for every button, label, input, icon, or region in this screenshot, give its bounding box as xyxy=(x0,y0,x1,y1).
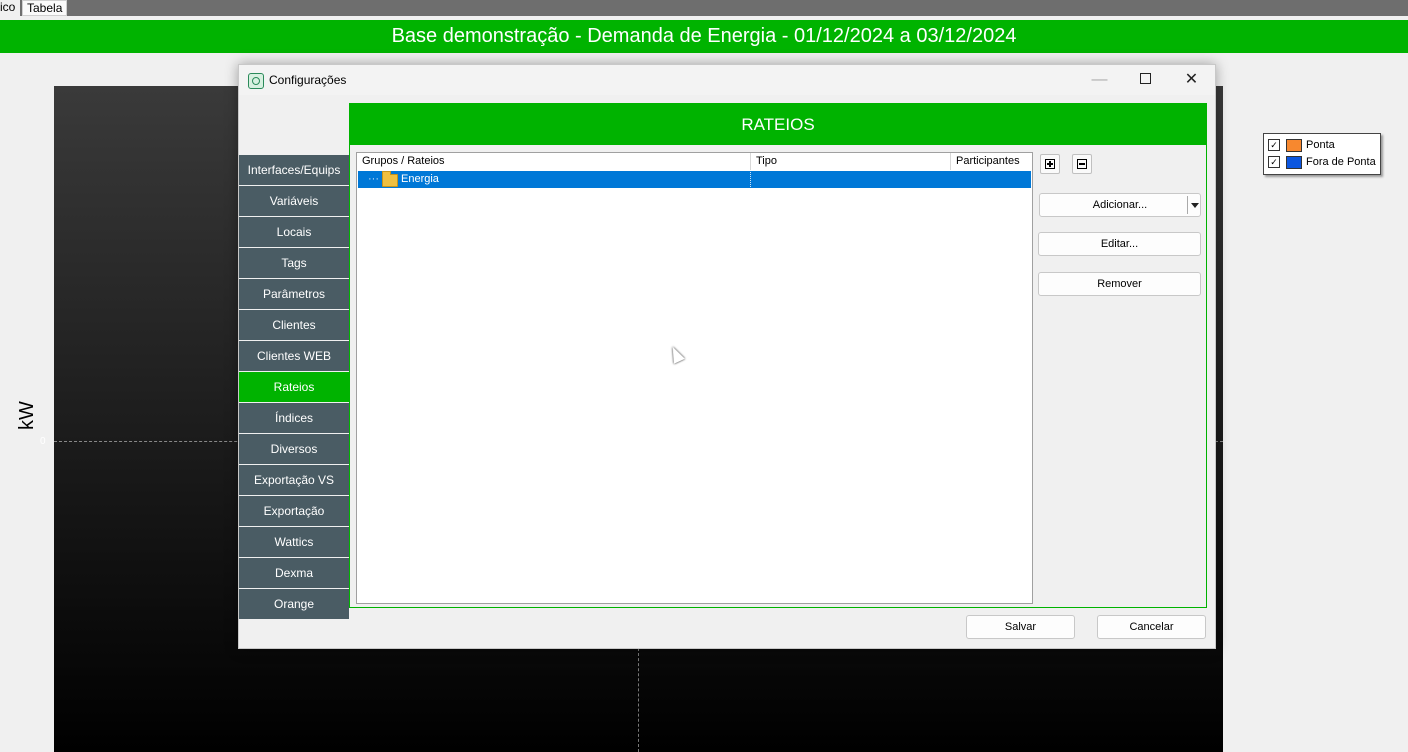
dialog-titlebar[interactable]: Configurações — ✕ xyxy=(239,65,1215,95)
legend-checkbox[interactable]: ✓ xyxy=(1268,156,1280,168)
sidebar-item-variaveis[interactable]: Variáveis xyxy=(239,186,349,217)
sidebar-item-parametros[interactable]: Parâmetros xyxy=(239,279,349,310)
legend-swatch xyxy=(1286,156,1302,169)
sidebar-item-clientes[interactable]: Clientes xyxy=(239,310,349,341)
close-button[interactable]: ✕ xyxy=(1169,65,1214,95)
tab-grafico[interactable]: ico xyxy=(0,0,20,16)
tree-connector: ··· xyxy=(368,173,379,185)
maximize-button[interactable] xyxy=(1123,65,1168,95)
y-tick-label: 0 xyxy=(40,436,46,447)
sidebar-item-interfaces[interactable]: Interfaces/Equips xyxy=(239,155,349,186)
legend-item-ponta[interactable]: ✓ Ponta xyxy=(1268,138,1378,152)
column-header-participantes[interactable]: Participantes xyxy=(951,153,1032,170)
sidebar-item-clientes-web[interactable]: Clientes WEB xyxy=(239,341,349,372)
tab-tabela[interactable]: Tabela xyxy=(22,0,67,16)
sidebar-item-orange[interactable]: Orange xyxy=(239,589,349,620)
cancel-button[interactable]: Cancelar xyxy=(1097,615,1206,639)
tree-row-name: Energia xyxy=(401,173,439,185)
top-tab-bar: ico Tabela xyxy=(0,0,1408,16)
sidebar-item-exportacao-gosoft[interactable]: Exportação GOSOFT xyxy=(239,496,349,548)
column-header-grupos[interactable]: Grupos / Rateios xyxy=(357,153,751,170)
legend-swatch xyxy=(1286,139,1302,152)
add-button[interactable]: Adicionar... xyxy=(1039,193,1201,217)
sidebar-item-tags[interactable]: Tags xyxy=(239,248,349,279)
minus-h xyxy=(1079,163,1085,165)
close-icon: ✕ xyxy=(1184,71,1199,88)
expand-all-button[interactable] xyxy=(1040,154,1060,174)
vertical-gridline xyxy=(638,648,639,752)
column-header-tipo[interactable]: Tipo xyxy=(751,153,951,170)
minimize-button[interactable]: — xyxy=(1077,65,1122,95)
save-button[interactable]: Salvar xyxy=(966,615,1075,639)
sidebar-item-rateios[interactable]: Rateios xyxy=(239,372,349,403)
rateios-tree[interactable]: Grupos / Rateios Tipo Participantes ··· … xyxy=(356,152,1033,604)
plus-v xyxy=(1049,161,1051,167)
remove-button[interactable]: Remover xyxy=(1038,272,1201,296)
dropdown-arrow-icon[interactable] xyxy=(1187,196,1200,214)
sidebar-item-indices[interactable]: Índices xyxy=(239,403,349,434)
collapse-all-button[interactable] xyxy=(1072,154,1092,174)
sidebar-item-diversos[interactable]: Diversos xyxy=(239,434,349,465)
y-axis-label: kW xyxy=(16,401,38,430)
legend-checkbox[interactable]: ✓ xyxy=(1268,139,1280,151)
sidebar-item-dexma[interactable]: Dexma xyxy=(239,558,349,589)
edit-button[interactable]: Editar... xyxy=(1038,232,1201,256)
dialog-title: Configurações xyxy=(269,73,347,87)
legend-label: Ponta xyxy=(1306,139,1335,151)
chart-legend: ✓ Ponta ✓ Fora de Ponta xyxy=(1263,133,1381,175)
sidebar-item-locais[interactable]: Locais xyxy=(239,217,349,248)
rateios-panel: RATEIOS Grupos / Rateios Tipo Participan… xyxy=(349,103,1207,608)
legend-label: Fora de Ponta xyxy=(1306,156,1376,168)
tree-row[interactable]: ··· Energia xyxy=(358,171,1031,188)
panel-title: RATEIOS xyxy=(350,104,1206,145)
folder-icon xyxy=(382,171,398,187)
column-separator xyxy=(750,172,751,187)
report-title-banner: Base demonstração - Demanda de Energia -… xyxy=(0,20,1408,53)
add-button-label: Adicionar... xyxy=(1092,199,1148,211)
app-icon xyxy=(248,73,264,89)
sidebar-item-wattics[interactable]: Wattics xyxy=(239,527,349,558)
settings-dialog: Configurações — ✕ Interfaces/Equips Vari… xyxy=(238,64,1216,649)
sidebar-item-exportacao-vs[interactable]: Exportação VS xyxy=(239,465,349,496)
maximize-icon xyxy=(1140,73,1151,84)
legend-item-fora-de-ponta[interactable]: ✓ Fora de Ponta xyxy=(1268,155,1378,169)
